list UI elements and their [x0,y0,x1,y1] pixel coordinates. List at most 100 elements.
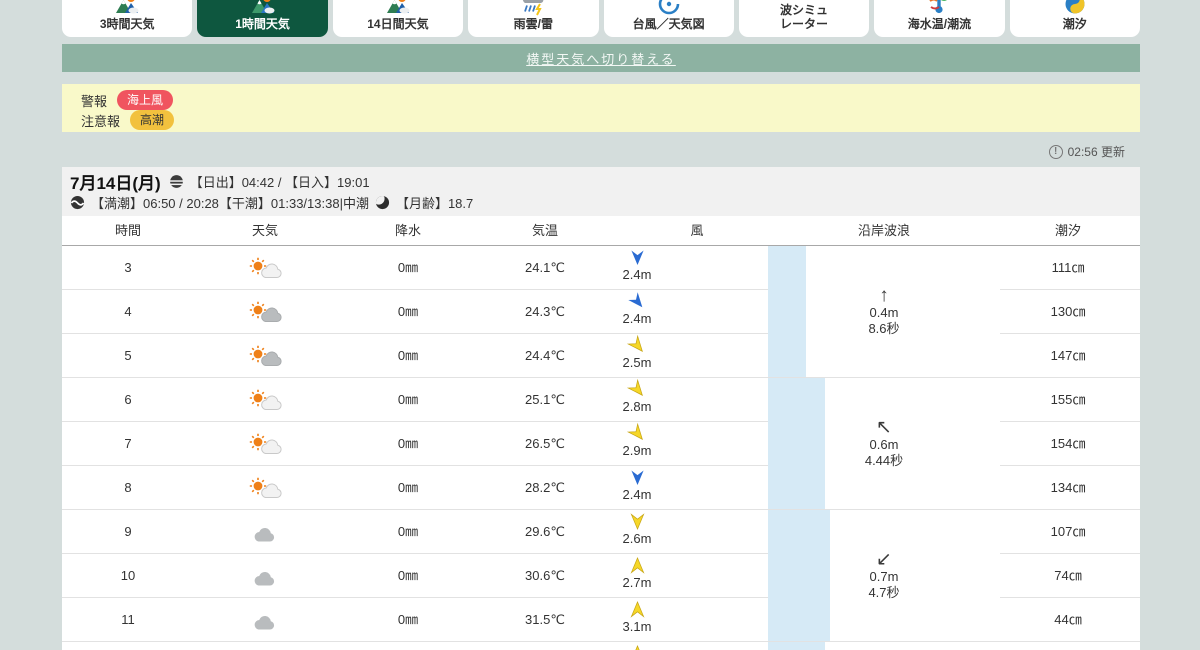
col-header-temp: 気温 [531,223,558,238]
tab-typhoon-weather-map[interactable]: 台風／天気図 [603,0,734,37]
wave-group-cell: ↑ 0.4m 8.6秒 [768,246,1000,378]
time-cell: 5 [124,348,132,363]
time-cell: 11 [121,612,135,627]
wind-speed: 2.9m [622,443,652,458]
precip-cell: 0㎜ [397,304,419,319]
tab-label: 雨雲/雷 [513,16,553,31]
tide-cell: 74㎝ [1054,568,1082,583]
switch-to-horizontal-link[interactable]: 横型天気へ切り替える [526,49,676,68]
wind-cell: 2.4m [577,292,697,328]
tab-label: 14日間天気 [367,16,429,31]
tab-label: 潮汐 [1062,16,1087,31]
mountain-weather-icon [386,0,410,14]
warning-pill-sea-wind[interactable]: 海上風 [117,90,174,110]
tab-tide[interactable]: 潮汐 [1009,0,1140,37]
advisory-row: 注意報 高潮 [81,110,1121,130]
col-header-precip: 降水 [394,223,421,238]
precip-cell: 0㎜ [397,524,419,539]
col-header-time: 時間 [114,223,141,238]
alert-box: 警報 海上風 注意報 高潮 [62,84,1140,132]
tide-cell: 44㎝ [1054,612,1082,627]
wind-cell: 3.1m [577,601,697,636]
tab-rain-cloud-lightning[interactable]: 雨雲/雷 [468,0,599,37]
weather-icon [248,345,282,367]
weather-icon [248,301,282,323]
wave-height-bar [768,246,806,377]
page: 3時間天気 1時間天気 14日間天気 雨雲/雷 台風／天気図 波シミュ レーター… [0,0,1200,650]
tab-label: 3時間天気 [99,16,155,31]
tab-1hour-weather[interactable]: 1時間天気 [197,0,328,37]
precip-cell: 0㎜ [397,348,419,363]
tab-sea-temp-current[interactable]: 海水温/潮流 [874,0,1005,37]
wind-cell: 2.5m [577,334,697,372]
col-header-tide: 潮汐 [1054,223,1081,238]
precip-cell: 0㎜ [397,480,419,495]
moon-phase-icon [375,195,390,210]
moon-age-text: 【月齢】18.7 [395,196,474,211]
wind-cell: 2.7m [577,557,697,592]
tide-times-text: 【満潮】06:50 / 20:28【干潮】01:33/13:38|中潮 [91,196,369,211]
tab-label: 海水温/潮流 [907,16,972,31]
wind-direction-icon [630,601,644,618]
typhoon-icon [658,0,679,14]
wind-speed: 2.4m [622,311,652,326]
update-time-line: ! 02:56 更新 [1048,143,1125,160]
tab-14day-weather[interactable]: 14日間天気 [332,0,464,37]
advisory-label: 注意報 [81,113,121,129]
tab-3hour-weather[interactable]: 3時間天気 [62,0,193,37]
wind-direction-icon [630,557,644,574]
table-header-row: 時間 天気 降水 気温 風 沿岸波浪 潮汐 [62,216,1140,246]
wind-speed: 2.7m [622,575,652,590]
time-cell: 9 [124,524,132,539]
wave-group-cell-partial [768,642,1000,650]
wind-cell: 2.9m [577,422,697,460]
wind-cell: 2.6m [577,513,697,548]
wind-speed: 2.5m [622,355,652,370]
sea-temp-current-icon [930,0,947,13]
date-label: 7月14日(月) [70,174,161,193]
weather-icon [248,389,282,411]
mountain-weather-icon [116,0,139,14]
wave-height-bar [768,510,830,641]
tide-cell: 130㎝ [1050,304,1086,319]
wind-direction-icon [630,513,644,530]
tide-cell: 111㎝ [1051,260,1085,275]
wave-simulator-icon [792,0,816,2]
tab-label: 1時間天気 [235,16,290,31]
wave-direction-arrow-icon: ↖ [876,416,892,438]
mountain-weather-icon [251,0,275,14]
sunrise-sunset-text: 【日出】04:42 / 【日入】19:01 [189,175,370,190]
update-time-text: 02:56 更新 [1067,145,1125,159]
wind-cell [577,645,697,650]
tide-icon [1065,0,1085,14]
wind-speed: 2.4m [622,267,652,282]
forecast-tab-bar: 3時間天気 1時間天気 14日間天気 雨雲/雷 台風／天気図 波シミュ レーター… [62,0,1140,37]
tide-cell: 107㎝ [1050,524,1086,539]
precip-cell: 0㎜ [397,260,419,275]
precip-cell: 0㎜ [397,436,419,451]
wind-speed: 2.6m [622,531,652,546]
info-icon[interactable]: ! [1048,144,1063,159]
weather-icon [248,433,282,455]
time-cell: 7 [124,436,132,451]
advisory-pill-storm-surge[interactable]: 高潮 [130,110,175,130]
col-header-weather: 天気 [251,223,278,238]
sunrise-sunset-icon [168,175,184,188]
wave-direction-arrow-icon: ↙ [876,548,892,570]
wave-height: 0.4m [869,304,899,320]
weather-icon [248,521,282,543]
precip-cell: 0㎜ [397,568,419,583]
time-cell: 3 [124,260,132,275]
wind-cell: 2.8m [577,378,697,416]
wind-direction-icon [634,645,640,650]
wind-direction-icon [627,292,642,308]
wave-period: 4.44秒 [864,453,904,469]
tide-cell: 147㎝ [1050,348,1086,363]
precip-cell: 0㎜ [397,612,419,627]
tab-wave-simulator[interactable]: 波シミュ レーター [738,0,870,37]
tide-cell: 154㎝ [1050,436,1086,451]
weather-icon [248,477,282,499]
date-header: 7月14日(月) 【日出】04:42 / 【日入】19:01 【満潮】06:50… [62,167,1140,216]
wind-cell: 2.4m [577,469,697,504]
wave-period: 8.6秒 [868,321,900,337]
